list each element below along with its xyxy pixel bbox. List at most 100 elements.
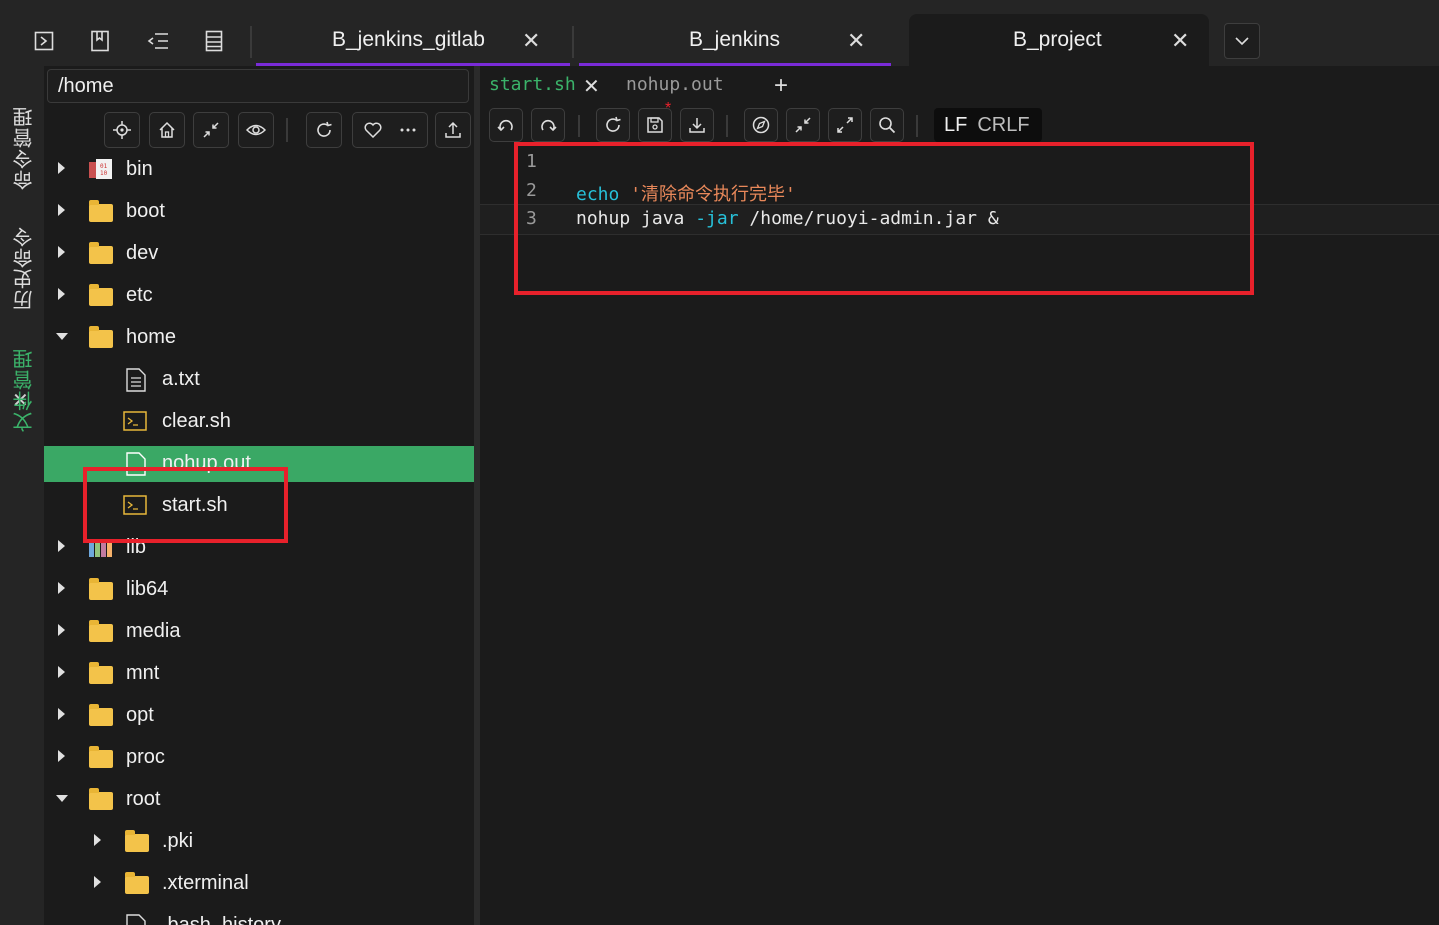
file-manager-tab[interactable]: 文件管理 [10, 348, 36, 432]
eye-icon[interactable] [238, 112, 274, 148]
tree-row-opt[interactable]: opt [44, 695, 474, 737]
collapse-arrow-icon[interactable] [56, 333, 68, 340]
expand-arrow-icon[interactable] [58, 624, 65, 636]
expand-arrow-icon[interactable] [58, 582, 65, 594]
separator [916, 115, 918, 137]
vertical-side-strip: 命令管理 历史命令 ✕ 文件管理 [0, 66, 44, 925]
expand-arrow-icon[interactable] [58, 750, 65, 762]
line-number: 2 [526, 180, 537, 201]
refresh-icon[interactable] [596, 108, 630, 142]
folder-icon [89, 200, 113, 222]
separator [286, 118, 288, 142]
history-commands-tab[interactable]: 历史命令 [10, 226, 36, 310]
code-editor[interactable]: 1 2 echo '清除命令执行完毕' 3 nohup java -jar /h… [480, 148, 1439, 925]
tree-row-proc[interactable]: proc [44, 737, 474, 779]
tree-row-lib[interactable]: lib [44, 527, 474, 569]
expand-arrow-icon[interactable] [58, 204, 65, 216]
tab-dropdown-button[interactable] [1224, 23, 1260, 59]
tree-row-lib64[interactable]: lib64 [44, 569, 474, 611]
folder-icon [89, 620, 113, 642]
tree-item-label: opt [126, 704, 154, 726]
expand-arrow-icon[interactable] [58, 288, 65, 300]
expand-arrow-icon[interactable] [58, 162, 65, 174]
bookmark-icon[interactable] [87, 28, 113, 54]
line-number: 1 [526, 151, 537, 172]
refresh-icon[interactable] [306, 112, 342, 148]
code-line: 2 echo '清除命令执行完毕' [480, 177, 1439, 206]
svg-text:10: 10 [100, 170, 108, 177]
editor-tab-start-sh[interactable]: start.sh [489, 74, 576, 95]
tree-row-bash-history[interactable]: .bash_history [44, 905, 474, 925]
tree-row-boot[interactable]: boot [44, 191, 474, 233]
collapse-icon[interactable] [786, 108, 820, 142]
folder-icon [89, 578, 113, 600]
tree-row-mnt[interactable]: mnt [44, 653, 474, 695]
tree-row-root[interactable]: root [44, 779, 474, 821]
document-list-icon[interactable] [201, 28, 227, 54]
session-tab-b-jenkins[interactable]: B_jenkins ✕ [579, 14, 891, 66]
collapse-arrow-icon[interactable] [56, 795, 68, 802]
file-manager-panel: 0110 bin boot dev etc home a.txt clear.s… [44, 66, 474, 925]
session-tab-b-jenkins-gitlab[interactable]: B_jenkins_gitlab ✕ [256, 14, 570, 66]
upload-icon[interactable] [435, 112, 471, 148]
folder-icon [125, 830, 149, 852]
session-tab-label: B_jenkins_gitlab [332, 28, 485, 51]
command-manager-tab[interactable]: 命令管理 [10, 106, 36, 190]
tree-item-label: bin [126, 158, 153, 180]
keyword-token: -jar [695, 208, 739, 229]
close-icon[interactable]: ✕ [847, 28, 865, 54]
folder-icon [89, 704, 113, 726]
locate-icon[interactable] [104, 112, 140, 148]
terminal-toggle-icon[interactable] [31, 28, 57, 54]
tree-row-etc[interactable]: etc [44, 275, 474, 317]
tree-item-label: home [126, 326, 177, 348]
editor-tab-nohup-out[interactable]: nohup.out [626, 74, 724, 95]
line-ending-toggle[interactable]: LF CRLF [934, 108, 1042, 142]
download-icon[interactable] [680, 108, 714, 142]
favorites-more-group [352, 112, 428, 148]
close-icon[interactable]: ✕ [522, 28, 540, 54]
tree-row-nohup-out[interactable]: nohup.out [44, 446, 474, 482]
eol-lf-option[interactable]: LF [934, 114, 977, 137]
tree-row-start-sh[interactable]: start.sh [44, 485, 474, 527]
tree-item-label: mnt [126, 662, 160, 684]
close-icon[interactable]: ✕ [1171, 28, 1189, 54]
tree-row-bin[interactable]: 01 10 bin [44, 149, 474, 191]
close-icon[interactable]: ✕ [583, 74, 600, 99]
eol-crlf-option[interactable]: CRLF [977, 114, 1039, 137]
folder-icon [89, 242, 113, 264]
tree-item-label: dev [126, 242, 159, 264]
folder-icon [89, 284, 113, 306]
session-tab-b-project[interactable]: B_project ✕ [909, 14, 1209, 66]
expand-arrow-icon[interactable] [94, 834, 101, 846]
undo-icon[interactable] [489, 108, 523, 142]
tree-row-media[interactable]: media [44, 611, 474, 653]
tree-item-label: proc [126, 746, 165, 768]
search-icon[interactable] [870, 108, 904, 142]
expand-arrow-icon[interactable] [58, 708, 65, 720]
save-icon[interactable]: * [638, 100, 672, 142]
indent-list-icon[interactable] [145, 28, 171, 54]
collapse-icon[interactable] [193, 112, 229, 148]
separator [578, 115, 580, 137]
expand-icon[interactable] [828, 108, 862, 142]
tree-row-clear-sh[interactable]: clear.sh [44, 401, 474, 443]
more-icon [400, 128, 416, 132]
tree-row-a-txt[interactable]: a.txt [44, 359, 474, 401]
tree-row-dev[interactable]: dev [44, 233, 474, 275]
path-input[interactable] [47, 69, 469, 103]
string-token: '清除命令执行完毕' [630, 184, 796, 205]
expand-arrow-icon[interactable] [58, 246, 65, 258]
expand-arrow-icon[interactable] [58, 666, 65, 678]
tree-row-pki[interactable]: .pki [44, 821, 474, 863]
tree-row-home[interactable]: home [44, 317, 474, 359]
expand-arrow-icon[interactable] [94, 876, 101, 888]
tree-row-xterminal[interactable]: .xterminal [44, 863, 474, 905]
expand-arrow-icon[interactable] [58, 540, 65, 552]
folder-icon [89, 662, 113, 684]
compass-icon[interactable] [744, 108, 778, 142]
home-icon[interactable] [149, 112, 185, 148]
redo-icon[interactable] [531, 108, 565, 142]
add-tab-icon[interactable]: + [774, 72, 788, 100]
